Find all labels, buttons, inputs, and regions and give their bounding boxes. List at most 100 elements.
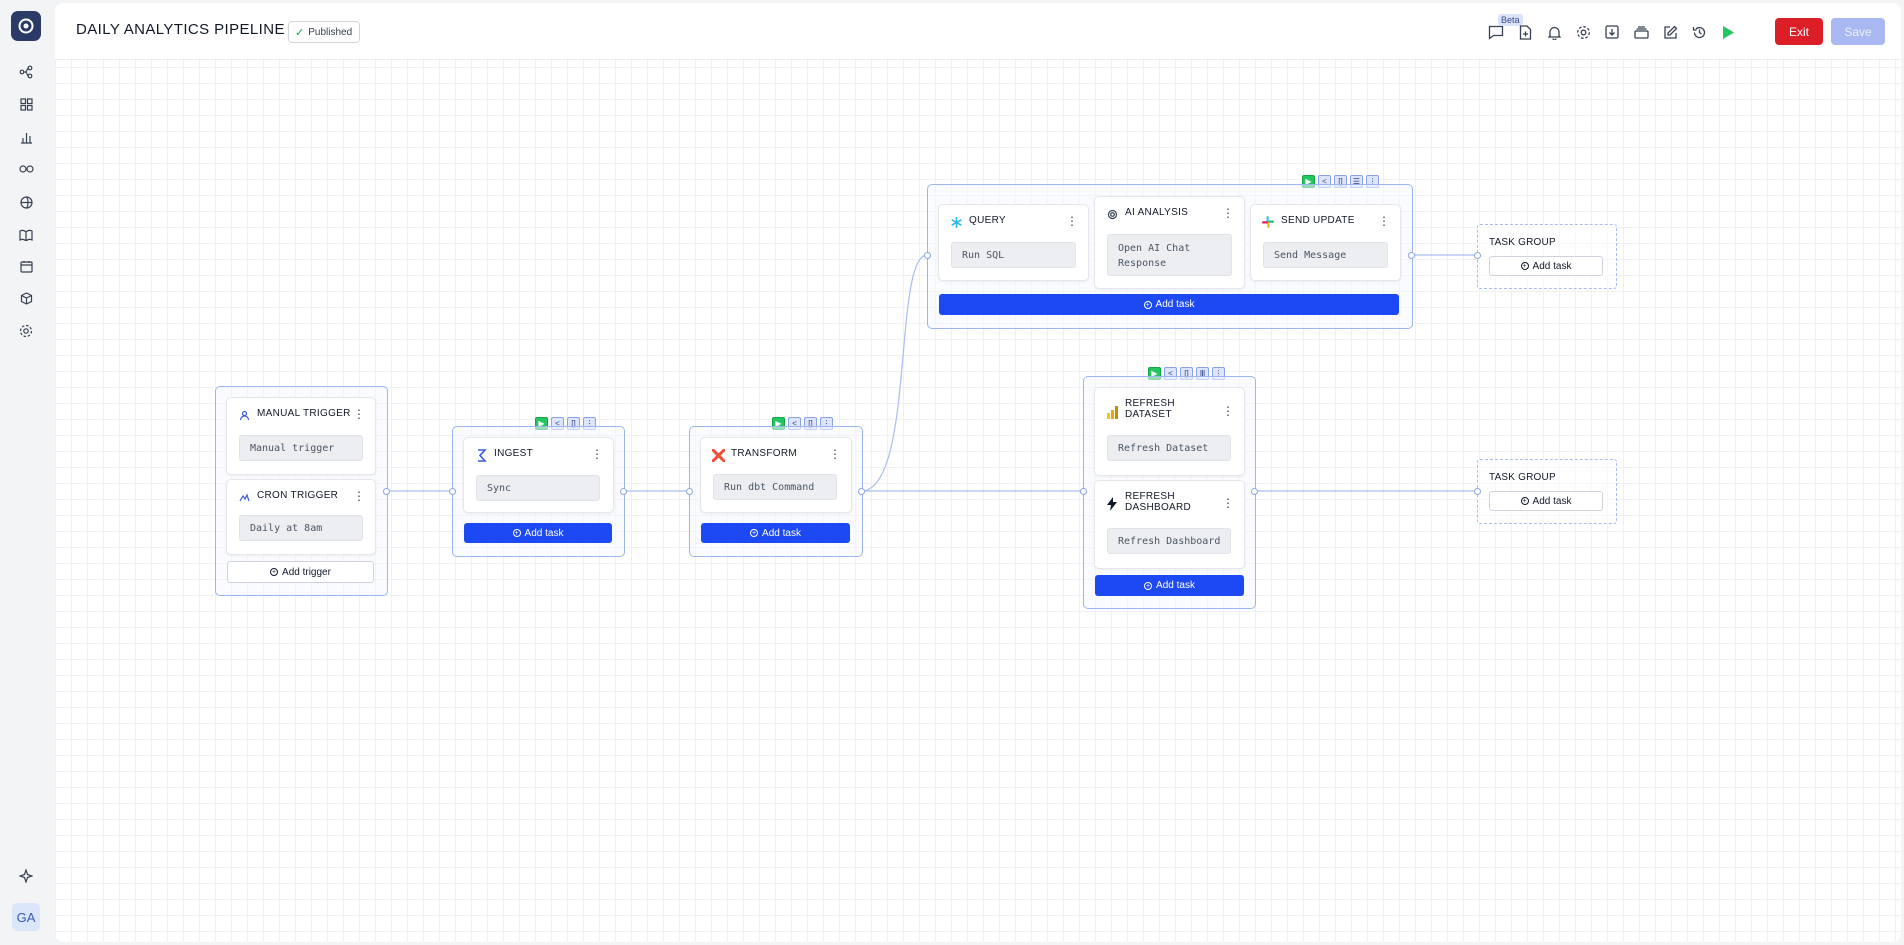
input-port[interactable] bbox=[1080, 488, 1087, 495]
history-icon[interactable] bbox=[1689, 22, 1709, 42]
save-button[interactable]: Save bbox=[1831, 18, 1885, 45]
lightning-icon bbox=[1105, 497, 1119, 511]
flow-icon[interactable] bbox=[14, 60, 38, 84]
globe-icon[interactable] bbox=[14, 190, 38, 214]
input-port[interactable] bbox=[1474, 488, 1481, 495]
power-bi-icon bbox=[1105, 405, 1119, 419]
calendar-icon[interactable] bbox=[14, 254, 38, 278]
button-label: Add task bbox=[1156, 580, 1195, 591]
settings-icon[interactable] bbox=[14, 319, 38, 343]
left-rail: GA bbox=[0, 0, 52, 945]
refresh-add-task-button[interactable]: + Add task bbox=[1095, 575, 1244, 596]
ai-analysis-card[interactable]: AI ANALYSIS ⋮ Open AI Chat Response bbox=[1094, 196, 1245, 289]
cron-icon bbox=[237, 490, 251, 504]
run-icon[interactable] bbox=[1718, 22, 1738, 42]
workflow-canvas[interactable]: MANUAL TRIGGER ⋮ Manual trigger CRON TRI… bbox=[55, 3, 1901, 942]
output-port[interactable] bbox=[1408, 252, 1415, 259]
card-chip[interactable]: Run SQL bbox=[951, 242, 1076, 268]
button-label: Add task bbox=[1155, 299, 1195, 310]
more-menu-icon[interactable]: ⋮ bbox=[1222, 404, 1234, 418]
card-chip[interactable]: Open AI Chat Response bbox=[1107, 234, 1232, 276]
add-trigger-button[interactable]: + Add trigger bbox=[227, 561, 374, 583]
file-add-icon[interactable] bbox=[1515, 22, 1535, 42]
query-card[interactable]: QUERY ⋮ Run SQL bbox=[938, 204, 1089, 281]
top-group-add-task-button[interactable]: + Add task bbox=[939, 294, 1399, 315]
plus-circle-icon: + bbox=[1520, 262, 1529, 270]
cube-icon[interactable] bbox=[14, 286, 38, 310]
task-group-bottom: TASK GROUP + Add task bbox=[1477, 459, 1617, 524]
layers-icon[interactable] bbox=[1631, 22, 1651, 42]
input-port[interactable] bbox=[1474, 252, 1481, 259]
ingest-icon bbox=[474, 448, 488, 462]
refresh-dataset-card[interactable]: REFRESH DATASET ⋮ Refresh Dataset bbox=[1094, 387, 1245, 476]
output-port[interactable] bbox=[1251, 488, 1258, 495]
more-menu-icon[interactable]: ⋮ bbox=[353, 489, 365, 503]
card-chip[interactable]: Daily at 8am bbox=[239, 515, 363, 541]
button-label: Add task bbox=[1532, 495, 1572, 507]
more-menu-icon[interactable]: ⋮ bbox=[829, 447, 841, 461]
ingest-add-task-button[interactable]: + Add task bbox=[464, 523, 612, 543]
input-port[interactable] bbox=[686, 488, 693, 495]
refresh-dashboard-card[interactable]: REFRESH DASHBOARD ⋮ Refresh Dashboard bbox=[1094, 480, 1245, 569]
link-icon[interactable] bbox=[14, 157, 38, 181]
manual-trigger-card[interactable]: MANUAL TRIGGER ⋮ Manual trigger bbox=[226, 397, 376, 475]
card-title: AI ANALYSIS bbox=[1125, 207, 1189, 218]
send-update-card[interactable]: SEND UPDATE ⋮ Send Message bbox=[1250, 204, 1401, 281]
sparkle-icon[interactable] bbox=[14, 864, 38, 888]
card-chip[interactable]: Manual trigger bbox=[239, 435, 363, 461]
openai-icon bbox=[1105, 207, 1119, 221]
slack-icon bbox=[1261, 215, 1275, 229]
output-port[interactable] bbox=[383, 488, 390, 495]
book-icon[interactable] bbox=[14, 223, 38, 247]
button-label: Add task bbox=[1532, 260, 1572, 272]
bell-icon[interactable] bbox=[1544, 22, 1564, 42]
input-port[interactable] bbox=[924, 252, 931, 259]
task-group-add-task-button[interactable]: + Add task bbox=[1489, 256, 1603, 276]
card-title: QUERY bbox=[969, 215, 1006, 226]
button-label: Add task bbox=[524, 527, 564, 539]
bar-chart-icon[interactable] bbox=[14, 125, 38, 149]
task-group-label: TASK GROUP bbox=[1489, 237, 1556, 248]
card-title: SEND UPDATE bbox=[1281, 215, 1355, 226]
status-label: Published bbox=[308, 26, 353, 38]
exit-button[interactable]: Exit bbox=[1775, 18, 1823, 45]
grid-icon[interactable] bbox=[14, 92, 38, 116]
output-port[interactable] bbox=[620, 488, 627, 495]
card-chip[interactable]: Refresh Dashboard bbox=[1107, 528, 1231, 554]
more-menu-icon[interactable]: ⋮ bbox=[1378, 214, 1390, 228]
more-menu-icon[interactable]: ⋮ bbox=[1222, 206, 1234, 220]
input-port[interactable] bbox=[449, 488, 456, 495]
more-menu-icon[interactable]: ⋮ bbox=[591, 447, 603, 461]
card-title: REFRESH DASHBOARD bbox=[1125, 491, 1192, 513]
more-menu-icon[interactable]: ⋮ bbox=[353, 407, 365, 421]
transform-add-task-button[interactable]: + Add task bbox=[701, 523, 850, 543]
app-logo-icon[interactable] bbox=[11, 11, 41, 41]
plus-circle-icon: + bbox=[270, 568, 279, 576]
check-icon: ✓ bbox=[295, 26, 305, 39]
user-avatar[interactable]: GA bbox=[12, 903, 40, 931]
plus-circle-icon: + bbox=[512, 529, 521, 537]
edit-icon[interactable] bbox=[1660, 22, 1680, 42]
task-group-label: TASK GROUP bbox=[1489, 472, 1556, 483]
main-area: MANUAL TRIGGER ⋮ Manual trigger CRON TRI… bbox=[55, 3, 1901, 942]
output-port[interactable] bbox=[858, 488, 865, 495]
card-chip[interactable]: Sync bbox=[476, 475, 600, 501]
card-title: MANUAL TRIGGER bbox=[257, 408, 351, 419]
more-menu-icon[interactable]: ⋮ bbox=[1066, 214, 1078, 228]
snowflake-icon bbox=[949, 215, 963, 229]
top-header: DAILY ANALYTICS PIPELINE ✓ Published Bet… bbox=[55, 3, 1901, 60]
ingest-card[interactable]: INGEST ⋮ Sync bbox=[463, 437, 614, 513]
more-menu-icon[interactable]: ⋮ bbox=[1222, 496, 1234, 510]
transform-card[interactable]: TRANSFORM ⋮ Run dbt Command bbox=[700, 437, 852, 513]
person-icon bbox=[237, 408, 251, 422]
plus-circle-icon: + bbox=[750, 529, 759, 537]
card-chip[interactable]: Run dbt Command bbox=[713, 474, 837, 500]
download-icon[interactable] bbox=[1602, 22, 1622, 42]
status-badge: ✓ Published bbox=[288, 21, 361, 43]
gear-icon[interactable] bbox=[1573, 22, 1593, 42]
card-chip[interactable]: Refresh Dataset bbox=[1107, 435, 1231, 461]
cron-trigger-card[interactable]: CRON TRIGGER ⋮ Daily at 8am bbox=[226, 479, 376, 555]
plus-circle-icon: + bbox=[1143, 300, 1152, 309]
card-chip[interactable]: Send Message bbox=[1263, 242, 1388, 268]
task-group-add-task-button[interactable]: + Add task bbox=[1489, 491, 1603, 511]
